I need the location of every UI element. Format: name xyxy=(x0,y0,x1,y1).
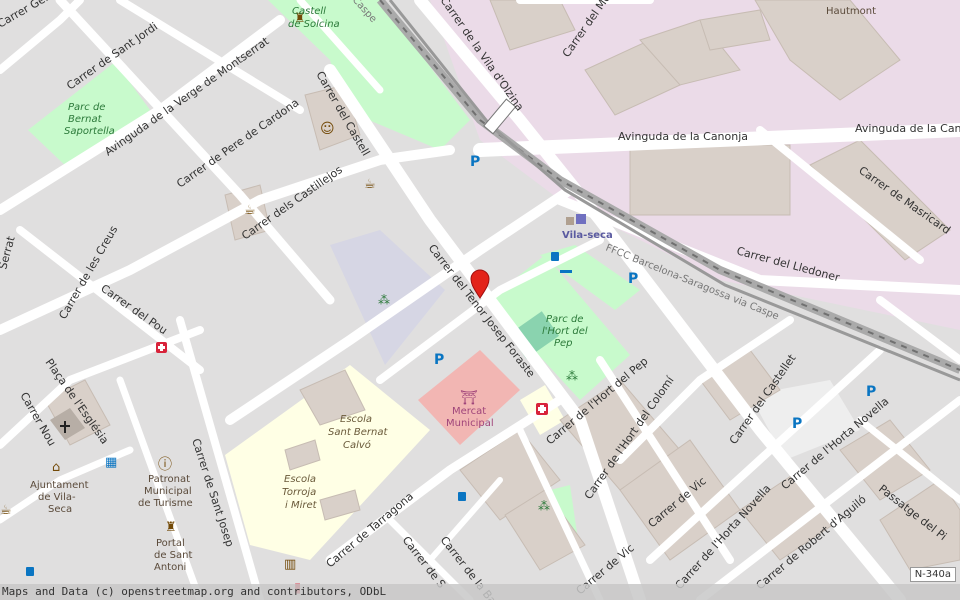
label-parc-hort-3: Pep xyxy=(554,338,573,349)
label-portal-1: Portal xyxy=(156,538,185,549)
label-patronat-3: de Turisme xyxy=(138,498,193,509)
map-canvas[interactable]: P P P P P ☺ ☕ ☕ ☕ ⌂ ⓘ ♜ ▥ ▦ ⛩ ♜ ⁂ ⁂ ⁂ ▮ … xyxy=(0,0,960,600)
label-portal-3: Antoni xyxy=(154,562,186,573)
monument-icon[interactable]: ♜ xyxy=(165,520,177,535)
attribution-text[interactable]: Maps and Data (c) openstreetmap.org and … xyxy=(2,585,386,598)
label-ajuntament-2: de Vila- xyxy=(38,492,76,503)
label-hautmont: Hautmont xyxy=(826,6,876,17)
market-icon[interactable]: ⛩ xyxy=(460,390,478,406)
cafe-icon-2[interactable]: ☕ xyxy=(364,177,376,192)
label-escola-torroja-2: Torroja xyxy=(282,487,316,498)
playground-icon-2: ⁂ xyxy=(566,369,578,383)
label-canonja-2: Avinguda de la Cano xyxy=(855,122,960,135)
parking-icon-castell[interactable]: P xyxy=(470,154,480,170)
label-canonja: Avinguda de la Canonja xyxy=(618,130,748,143)
label-portal-2: de Sant xyxy=(154,550,192,561)
road-shield-n340a: N-340a xyxy=(909,567,956,582)
pharmacy-icon[interactable] xyxy=(536,403,548,415)
label-station[interactable]: Vila-seca xyxy=(562,230,613,241)
label-escola-sant-bernat-2: Sant Bernat xyxy=(328,427,389,438)
label-patronat-1: Patronat xyxy=(148,474,190,485)
label-parc-bernat-3: Saportella xyxy=(64,126,115,137)
info-icon[interactable]: ⓘ xyxy=(158,457,172,473)
parking-icon-mercat[interactable]: P xyxy=(434,352,444,368)
label-patronat-2: Municipal xyxy=(144,486,192,497)
playground-icon-3: ⁂ xyxy=(538,499,550,513)
health-icon[interactable] xyxy=(156,342,167,353)
parking-icon-horta[interactable]: P xyxy=(866,384,876,400)
cafe-icon-3[interactable]: ☕ xyxy=(0,503,12,518)
theatre-icon[interactable]: ☺ xyxy=(320,121,335,137)
label-escola-torroja-3: i Miret xyxy=(285,500,318,511)
label-ajuntament-1: Ajuntament xyxy=(30,480,89,491)
cafe-icon[interactable]: ☕ xyxy=(244,203,256,218)
library-icon[interactable]: ▥ xyxy=(284,557,296,572)
label-parc-hort-2: l'Hort del xyxy=(542,326,588,337)
playground-icon: ⁂ xyxy=(378,293,390,307)
label-parc-bernat-2: Bernat xyxy=(68,114,103,125)
label-escola-torroja-1: Escola xyxy=(284,474,316,485)
label-parc-hort-1: Parc de xyxy=(546,314,583,325)
label-castell-1: Castell xyxy=(292,6,326,17)
attribution-bar: Maps and Data (c) openstreetmap.org and … xyxy=(0,584,960,600)
parking-icon-station[interactable]: P xyxy=(628,271,638,287)
label-escola-sant-bernat-1: Escola xyxy=(340,414,372,425)
townhall-icon[interactable]: ⌂ xyxy=(52,460,60,475)
label-ajuntament-3: Seca xyxy=(48,504,72,515)
board-icon[interactable]: ▦ xyxy=(105,455,117,470)
label-mercat-2: Municipal xyxy=(446,418,494,429)
label-castell-2: de Solcina xyxy=(288,19,340,30)
parking-icon-castellet[interactable]: P xyxy=(792,416,802,432)
label-escola-sant-bernat-3: Calvó xyxy=(343,439,371,451)
label-parc-bernat-1: Parc de xyxy=(68,102,105,113)
label-mercat-1: Mercat xyxy=(452,406,486,417)
map-layers: P P P P P ☺ ☕ ☕ ☕ ⌂ ⓘ ♜ ▥ ▦ ⛩ ♜ ⁂ ⁂ ⁂ ▮ … xyxy=(0,0,960,600)
